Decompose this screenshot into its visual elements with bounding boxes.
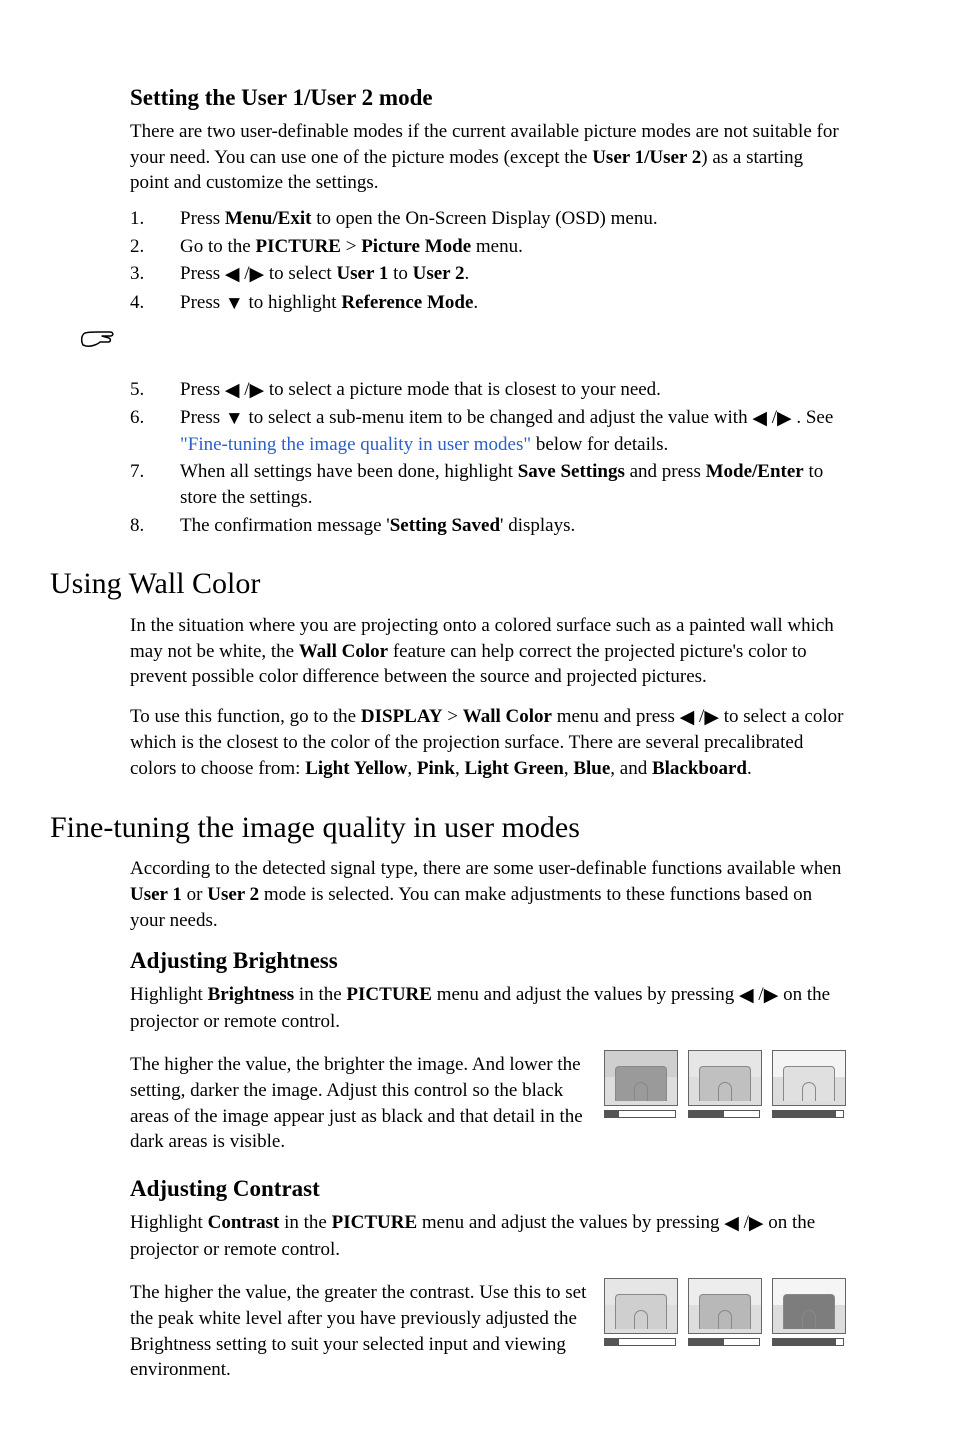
heading-brightness: Adjusting Brightness (130, 945, 844, 976)
left-triangle-icon: ◀ (225, 262, 240, 288)
left-triangle-icon: ◀ (739, 983, 754, 1009)
step-8: 8. The confirmation message 'Setting Sav… (130, 513, 844, 539)
contrast-p1: Highlight Contrast in the PICTURE menu a… (130, 1210, 844, 1262)
heading-wall-color: Using Wall Color (50, 564, 844, 605)
contrast-bar-low (604, 1338, 676, 1346)
heading-setting-user-mode: Setting the User 1/User 2 mode (130, 82, 844, 113)
brightness-thumb-mid-icon (688, 1050, 762, 1106)
wall-color-p1: In the situation where you are projectin… (130, 613, 844, 690)
contrast-thumb-mid-icon (688, 1278, 762, 1334)
step-2: 2. Go to the PICTURE > Picture Mode menu… (130, 234, 844, 260)
brightness-thumb-low-icon (604, 1050, 678, 1106)
heading-fine-tuning: Fine-tuning the image quality in user mo… (50, 808, 844, 849)
down-triangle-icon: ▼ (225, 406, 244, 432)
heading-contrast: Adjusting Contrast (130, 1173, 844, 1204)
intro-paragraph: There are two user-definable modes if th… (130, 119, 844, 196)
fine-tuning-intro: According to the detected signal type, t… (130, 856, 844, 933)
contrast-thumb-high-icon (772, 1278, 846, 1334)
step-1: 1. Press Menu/Exit to open the On-Screen… (130, 206, 844, 232)
step-7: 7. When all settings have been done, hig… (130, 459, 844, 510)
step-3: 3. Press ◀ /▶ to select User 1 to User 2… (130, 261, 844, 288)
step-5: 5. Press ◀ /▶ to select a picture mode t… (130, 377, 844, 404)
left-triangle-icon: ◀ (752, 406, 767, 432)
contrast-bar-high (772, 1338, 844, 1346)
document-page: Setting the User 1/User 2 mode There are… (0, 0, 954, 1449)
right-triangle-icon: ▶ (250, 378, 265, 404)
right-triangle-icon: ▶ (764, 983, 779, 1009)
steps-list-a: 1. Press Menu/Exit to open the On-Screen… (130, 206, 844, 317)
step-6: 6. Press ▼ to select a sub-menu item to … (130, 405, 844, 457)
brightness-bar-high (772, 1110, 844, 1118)
brightness-thumb-high-icon (772, 1050, 846, 1106)
left-triangle-icon: ◀ (680, 705, 695, 731)
cross-reference-link[interactable]: "Fine-tuning the image quality in user m… (180, 434, 531, 455)
step-4: 4. Press ▼ to highlight Reference Mode. (130, 290, 844, 317)
brightness-p2: The higher the value, the brighter the i… (130, 1052, 592, 1155)
brightness-bar-low (604, 1110, 676, 1118)
contrast-thumbnails (604, 1274, 844, 1389)
right-triangle-icon: ▶ (250, 262, 265, 288)
wall-color-p2: To use this function, go to the DISPLAY … (130, 704, 844, 782)
right-triangle-icon: ▶ (777, 406, 792, 432)
down-triangle-icon: ▼ (225, 291, 244, 317)
note-hand-icon (80, 327, 844, 349)
contrast-bar-mid (688, 1338, 760, 1346)
brightness-thumbnails (604, 1046, 844, 1161)
left-triangle-icon: ◀ (724, 1211, 739, 1237)
steps-list-b: 5. Press ◀ /▶ to select a picture mode t… (130, 377, 844, 539)
right-triangle-icon: ▶ (749, 1211, 764, 1237)
right-triangle-icon: ▶ (704, 705, 719, 731)
contrast-p2: The higher the value, the greater the co… (130, 1280, 592, 1383)
contrast-thumb-low-icon (604, 1278, 678, 1334)
brightness-p1: Highlight Brightness in the PICTURE menu… (130, 982, 844, 1034)
brightness-bar-mid (688, 1110, 760, 1118)
left-triangle-icon: ◀ (225, 378, 240, 404)
